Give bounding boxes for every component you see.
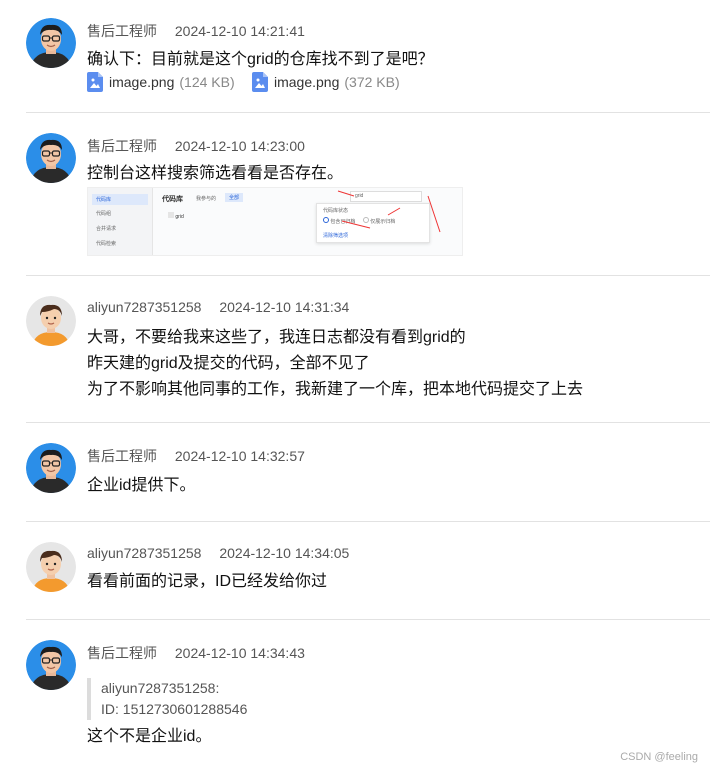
timestamp: 2024-12-10 14:23:00 bbox=[174, 138, 305, 154]
quoted-message: aliyun7287351258: ID: 1512730601288546 bbox=[87, 678, 247, 720]
message-header: 售后工程师 2024-12-10 14:21:41 bbox=[87, 21, 305, 41]
timestamp: 2024-12-10 14:21:41 bbox=[174, 23, 305, 39]
timestamp: 2024-12-10 14:31:34 bbox=[219, 299, 350, 315]
avatar[interactable] bbox=[26, 443, 76, 493]
message-text: 这个不是企业id。 bbox=[87, 728, 212, 745]
watermark: CSDN @feeling bbox=[620, 751, 698, 763]
author-name[interactable]: aliyun7287351258 bbox=[87, 545, 201, 561]
message-6: 售后工程师 2024-12-10 14:34:43 aliyun72873512… bbox=[0, 620, 710, 769]
quote-line: aliyun7287351258: bbox=[101, 680, 220, 696]
message-header: 售后工程师 2024-12-10 14:32:57 bbox=[87, 446, 305, 466]
timestamp: 2024-12-10 14:32:57 bbox=[174, 448, 305, 464]
author-name[interactable]: 售后工程师 bbox=[87, 645, 157, 661]
message-text: 大哥，不要给我来这些了，我连日志都没有看到grid的 bbox=[87, 329, 466, 346]
annotation-arrows bbox=[337, 190, 441, 233]
message-header: 售后工程师 2024-12-10 14:23:00 bbox=[87, 136, 305, 156]
attachment-size: (124 KB) bbox=[179, 74, 235, 90]
message-4: 售后工程师 2024-12-10 14:32:57 企业id提供下。 bbox=[0, 423, 710, 521]
attachment[interactable]: image.png (372 KB) bbox=[252, 72, 400, 92]
message-header: aliyun7287351258 2024-12-10 14:31:34 bbox=[87, 299, 349, 315]
message-text: 为了不影响其他同事的工作，我新建了一个库，把本地代码提交了上去 bbox=[87, 381, 584, 398]
timestamp: 2024-12-10 14:34:43 bbox=[174, 645, 305, 661]
avatar[interactable] bbox=[26, 542, 76, 592]
author-name[interactable]: aliyun7287351258 bbox=[87, 299, 201, 315]
author-name[interactable]: 售后工程师 bbox=[87, 138, 157, 154]
avatar[interactable] bbox=[26, 640, 76, 690]
message-text: 确认下：目前就是这个grid的仓库找不到了是吧？ bbox=[87, 51, 434, 68]
message-2: 售后工程师 2024-12-10 14:23:00 控制台这样搜索筛选看看是否存… bbox=[0, 113, 710, 275]
avatar[interactable] bbox=[26, 18, 76, 68]
avatar[interactable] bbox=[26, 133, 76, 183]
inline-screenshot[interactable]: 代码库 代码组 合并请求 代码检索 代码库 我参与的 全部 grid grid … bbox=[87, 187, 463, 256]
message-5: aliyun7287351258 2024-12-10 14:34:05 看看前… bbox=[0, 522, 710, 619]
message-header: 售后工程师 2024-12-10 14:34:43 bbox=[87, 643, 305, 663]
image-file-icon bbox=[252, 72, 268, 92]
quote-line: ID: 1512730601288546 bbox=[101, 701, 248, 717]
message-1: 售后工程师 2024-12-10 14:21:41 确认下：目前就是这个grid… bbox=[0, 0, 710, 113]
attachment-size: (372 KB) bbox=[344, 74, 400, 90]
message-header: aliyun7287351258 2024-12-10 14:34:05 bbox=[87, 545, 349, 561]
timestamp: 2024-12-10 14:34:05 bbox=[219, 545, 350, 561]
avatar[interactable] bbox=[26, 296, 76, 346]
message-text: 控制台这样搜索筛选看看是否存在。 bbox=[87, 165, 344, 182]
attachment[interactable]: image.png (124 KB) bbox=[87, 72, 235, 92]
message-text: 昨天建的grid及提交的代码，全部不见了 bbox=[87, 355, 370, 372]
attachment-name[interactable]: image.png bbox=[109, 74, 174, 90]
author-name[interactable]: 售后工程师 bbox=[87, 448, 157, 464]
attachment-name[interactable]: image.png bbox=[274, 74, 339, 90]
image-file-icon bbox=[87, 72, 103, 92]
message-3: aliyun7287351258 2024-12-10 14:31:34 大哥，… bbox=[0, 276, 710, 422]
author-name[interactable]: 售后工程师 bbox=[87, 23, 157, 39]
message-text: 看看前面的记录，ID已经发给你过 bbox=[87, 573, 328, 590]
message-text: 企业id提供下。 bbox=[87, 477, 196, 494]
